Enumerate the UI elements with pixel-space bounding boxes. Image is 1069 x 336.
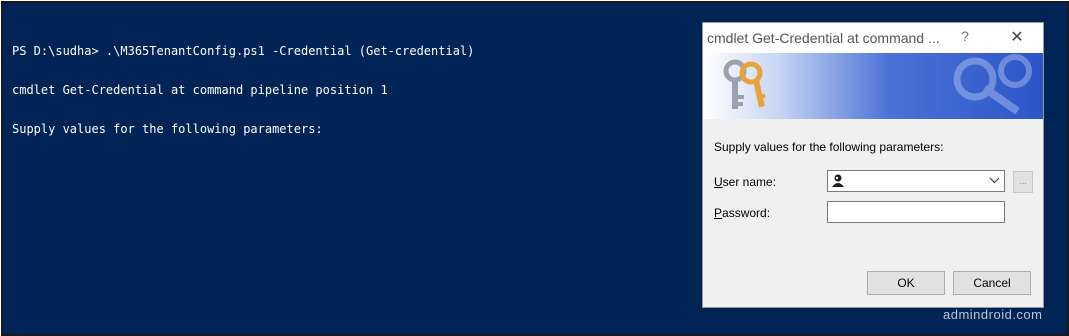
chevron-down-icon[interactable] <box>989 175 1000 185</box>
dialog-banner <box>703 53 1043 119</box>
ok-button[interactable]: OK <box>867 271 945 295</box>
username-label-accelerator: U <box>714 175 723 189</box>
dialog-title: cmdlet Get-Credential at command ... <box>707 30 940 46</box>
console-line-cmdlet: cmdlet Get-Credential at command pipelin… <box>12 83 388 97</box>
dialog-titlebar: cmdlet Get-Credential at command ... ? ✕ <box>703 23 1043 53</box>
browse-users-button[interactable]: ... <box>1013 171 1033 193</box>
banner-background-keys-icon <box>953 54 1032 115</box>
close-button[interactable]: ✕ <box>1007 27 1027 47</box>
username-label-text: ser name: <box>722 175 777 189</box>
credential-dialog: cmdlet Get-Credential at command ... ? ✕… <box>702 22 1044 308</box>
user-icon <box>832 174 844 187</box>
password-label-text: assword: <box>722 206 771 220</box>
console-line-supply: Supply values for the following paramete… <box>12 122 323 136</box>
password-label: Password: <box>714 206 770 220</box>
password-label-accelerator: P <box>714 206 723 220</box>
watermark: admindroid.com <box>943 307 1043 322</box>
cancel-button[interactable]: Cancel <box>953 271 1031 295</box>
console-output: PS D:\sudha> .\M365TenantConfig.ps1 -Cre… <box>12 19 474 162</box>
console-line-command: PS D:\sudha> .\M365TenantConfig.ps1 -Cre… <box>12 44 475 58</box>
username-combobox[interactable] <box>827 170 1005 192</box>
password-field[interactable] <box>827 201 1005 223</box>
keys-icon <box>723 59 766 109</box>
username-label: User name: <box>714 175 776 189</box>
dialog-prompt: Supply values for the following paramete… <box>714 140 944 154</box>
help-button[interactable]: ? <box>957 28 973 44</box>
